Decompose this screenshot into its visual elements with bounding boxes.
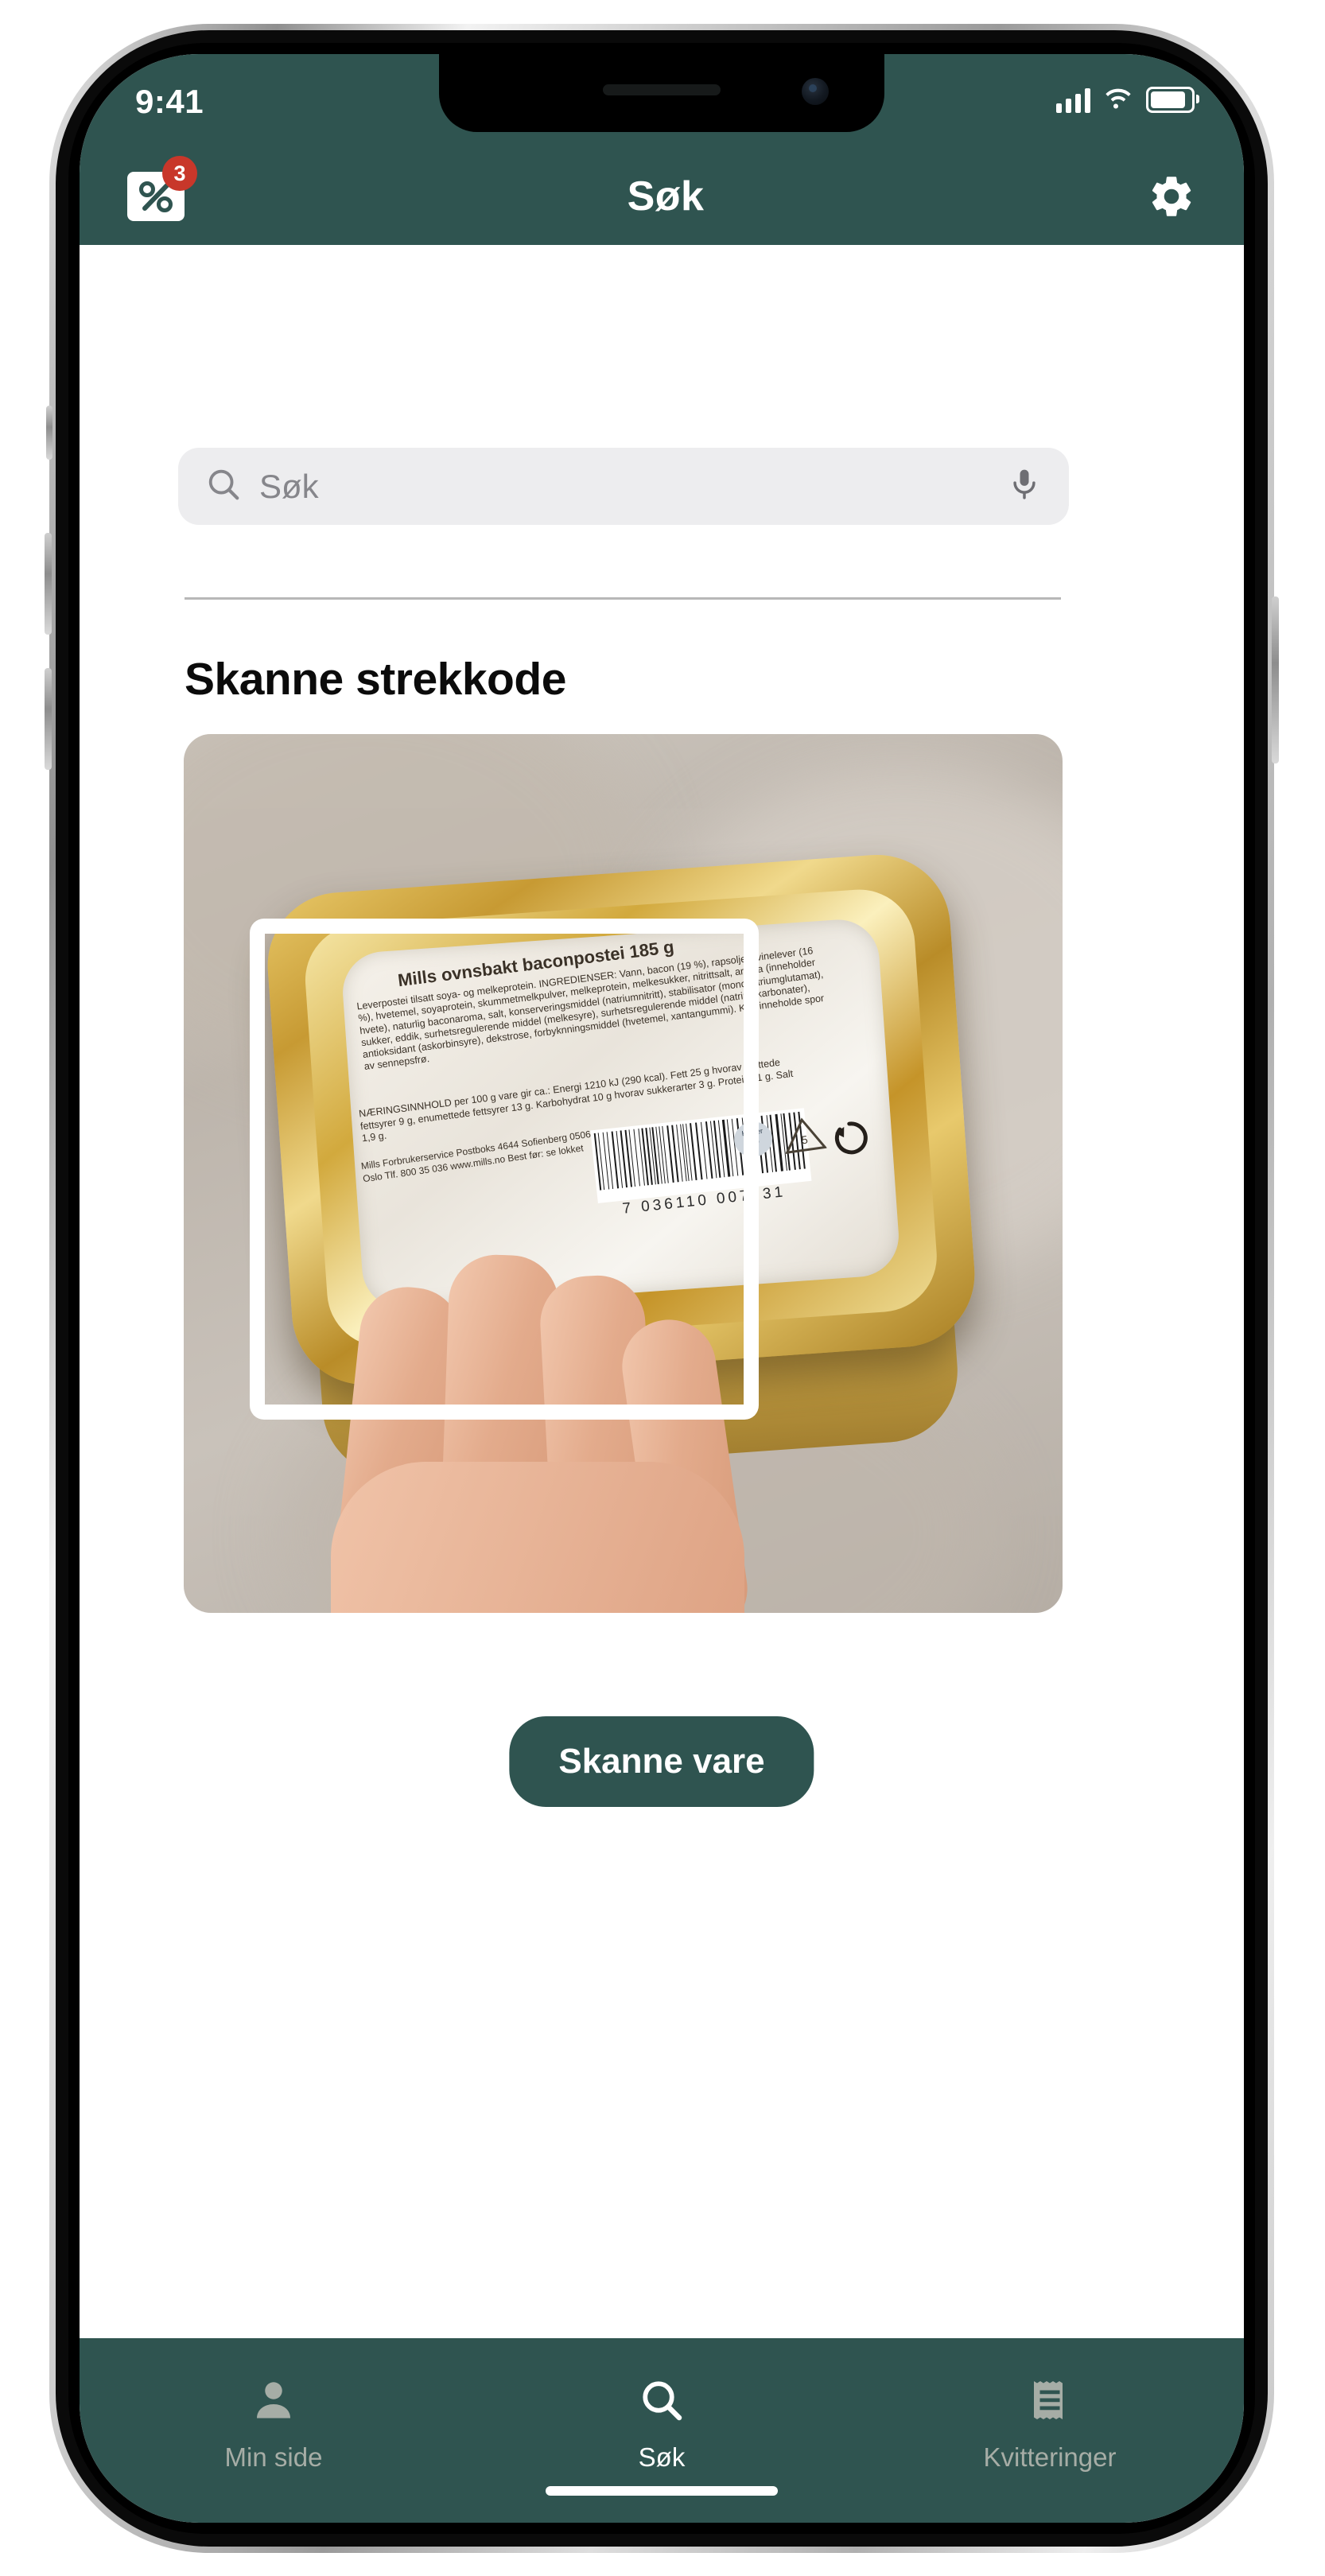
settings-button[interactable] [1147, 172, 1196, 221]
silent-switch-button[interactable] [46, 406, 52, 460]
scan-corner-top-left [250, 919, 370, 1039]
search-input[interactable]: Søk [259, 468, 1007, 506]
search-icon [638, 2376, 686, 2428]
status-time: 9:41 [135, 83, 204, 120]
tab-sok[interactable]: Søk [468, 2376, 856, 2473]
palm [331, 1462, 744, 1613]
device-notch [439, 54, 884, 132]
tab-min-side[interactable]: Min side [80, 2376, 468, 2473]
search-icon [205, 466, 242, 507]
search-field-container[interactable]: Søk [178, 448, 1069, 525]
scan-edge-left [250, 1024, 265, 1315]
scan-edge-right [744, 1024, 759, 1315]
microphone-icon[interactable] [1007, 467, 1042, 506]
recycle-arrows-icon [830, 1117, 872, 1159]
gear-icon [1152, 177, 1191, 216]
earpiece-speaker [603, 84, 721, 95]
volume-down-button[interactable] [45, 668, 52, 770]
cellular-signal-icon [1056, 87, 1090, 113]
tab-label: Kvitteringer [983, 2442, 1117, 2472]
scan-corner-top-right [639, 919, 759, 1039]
person-icon [250, 2376, 297, 2428]
phone-screen: 9:41 3 Søk Søk Skanne strekkode Mills ov… [80, 54, 1244, 2523]
camera-preview[interactable]: Mills ovnsbakt baconpostei 185 g Leverpo… [184, 734, 1063, 1613]
status-indicators [1056, 86, 1199, 114]
battery-icon [1146, 87, 1199, 113]
section-divider [185, 597, 1061, 600]
volume-up-button[interactable] [45, 533, 52, 635]
tab-kvitteringer[interactable]: Kvitteringer [856, 2376, 1244, 2473]
home-indicator[interactable] [546, 2486, 778, 2496]
section-title: Skanne strekkode [185, 654, 566, 705]
scan-corner-bottom-right [639, 1300, 759, 1420]
tab-label: Min side [224, 2442, 323, 2472]
scan-edge-top [355, 919, 654, 934]
app-header: 3 Søk [80, 148, 1244, 245]
front-camera [802, 78, 829, 105]
page-title: Søk [627, 173, 705, 220]
tab-label: Søk [638, 2442, 686, 2472]
scan-item-button[interactable]: Skanne vare [509, 1716, 814, 1807]
coupon-badge-count: 3 [162, 156, 197, 191]
barcode-scan-frame [250, 919, 759, 1420]
receipt-icon [1026, 2376, 1074, 2428]
coupon-button[interactable]: 3 [127, 156, 197, 221]
phone-device-frame: 9:41 3 Søk Søk Skanne strekkode Mills ov… [45, 24, 1279, 2553]
power-button[interactable] [1272, 596, 1279, 763]
recycling-triangle-icon: 5 [781, 1114, 828, 1156]
scan-edge-bottom [355, 1405, 654, 1420]
wifi-icon [1103, 86, 1133, 114]
scan-corner-bottom-left [250, 1300, 370, 1420]
bottom-tab-bar: Min side Søk Kvitteringer [80, 2338, 1244, 2523]
main-content: Søk Skanne strekkode Mills ovnsbakt baco… [80, 245, 1244, 2338]
svg-text:5: 5 [801, 1133, 809, 1146]
